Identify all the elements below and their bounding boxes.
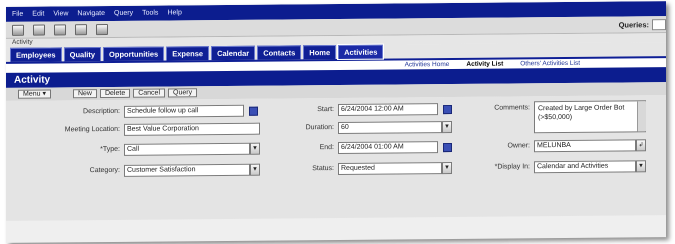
tab-employees[interactable]: Employees xyxy=(10,47,62,62)
tab-expense[interactable]: Expense xyxy=(166,46,210,61)
start-label: Start: xyxy=(317,106,334,114)
duration-label: Duration: xyxy=(305,124,334,132)
owner-field[interactable]: MELUNBA xyxy=(534,139,636,153)
end-field[interactable]: 6/24/2004 01:00 AM xyxy=(338,141,438,154)
tab-calendar[interactable]: Calendar xyxy=(211,45,256,61)
display-in-label: *Display In: xyxy=(494,163,530,171)
menu-edit[interactable]: Edit xyxy=(32,11,44,18)
new-record-icon[interactable] xyxy=(33,24,45,36)
end-label: End: xyxy=(319,144,334,152)
application-window: File Edit View Navigate Query Tools Help… xyxy=(6,1,666,243)
type-field[interactable]: Call xyxy=(124,142,250,156)
tab-activities[interactable]: Activities xyxy=(337,43,385,61)
comments-field[interactable]: Created by Large Order Bot (>$50,000) xyxy=(534,100,646,134)
meeting-location-field[interactable]: Best Value Corporation xyxy=(124,122,260,136)
delete-icon[interactable] xyxy=(96,23,108,35)
query-button[interactable]: Query xyxy=(168,88,198,98)
type-label: *Type: xyxy=(100,145,120,154)
display-in-field[interactable]: Calendar and Activities xyxy=(534,160,636,174)
type-dropdown-icon[interactable]: ▼ xyxy=(250,142,260,155)
cancel-button[interactable]: Cancel xyxy=(133,88,166,98)
menu-navigate[interactable]: Navigate xyxy=(77,10,105,17)
category-label: Category: xyxy=(89,166,120,175)
status-label: Status: xyxy=(312,165,334,173)
description-label: Description: xyxy=(83,107,120,116)
queries-label: Queries: xyxy=(618,19,649,30)
tab-quality[interactable]: Quality xyxy=(63,47,102,62)
new-button[interactable]: New xyxy=(72,89,97,99)
category-field[interactable]: Customer Satisfaction xyxy=(124,163,250,177)
menu-view[interactable]: View xyxy=(53,10,68,17)
tab-home[interactable]: Home xyxy=(303,44,337,60)
tab-contacts[interactable]: Contacts xyxy=(257,45,302,60)
menu-query[interactable]: Query xyxy=(114,10,133,17)
comments-scrollbar[interactable] xyxy=(637,101,646,132)
link-others-activities-list[interactable]: Others' Activities List xyxy=(520,60,580,68)
paste-icon[interactable] xyxy=(75,23,87,35)
activity-form: Description: Schedule follow up call Mee… xyxy=(6,95,666,221)
display-in-dropdown-icon[interactable]: ▼ xyxy=(636,160,646,173)
status-field[interactable]: Requested xyxy=(338,162,442,175)
menu-tools[interactable]: Tools xyxy=(142,10,158,17)
tab-opportunities[interactable]: Opportunities xyxy=(103,46,165,62)
description-field[interactable]: Schedule follow up call xyxy=(124,104,244,118)
owner-picker-icon[interactable]: ↲ xyxy=(636,139,646,152)
menu-help[interactable]: Help xyxy=(167,9,181,16)
link-activities-home[interactable]: Activities Home xyxy=(405,61,450,68)
delete-button[interactable]: Delete xyxy=(99,88,131,99)
start-calendar-icon[interactable] xyxy=(443,104,452,115)
duration-dropdown-icon[interactable]: ▼ xyxy=(442,120,452,134)
end-calendar-icon[interactable] xyxy=(443,142,452,153)
queries-select[interactable] xyxy=(652,18,666,30)
copy-icon[interactable] xyxy=(54,23,66,35)
meeting-location-label: Meeting Location: xyxy=(64,125,120,134)
print-icon[interactable] xyxy=(12,24,24,36)
link-activity-list[interactable]: Activity List xyxy=(466,61,503,68)
category-dropdown-icon[interactable]: ▼ xyxy=(250,163,260,176)
start-field[interactable]: 6/24/2004 12:00 AM xyxy=(338,103,438,116)
duration-field[interactable]: 60 xyxy=(338,121,442,134)
menu-file[interactable]: File xyxy=(12,11,23,18)
menu-button[interactable]: Menu ▾ xyxy=(18,89,51,99)
status-dropdown-icon[interactable]: ▼ xyxy=(442,161,452,175)
description-picker-icon[interactable] xyxy=(249,106,258,116)
owner-label: Owner: xyxy=(507,142,530,150)
comments-label: Comments: xyxy=(494,104,530,112)
queries-control: Queries: xyxy=(618,18,666,30)
